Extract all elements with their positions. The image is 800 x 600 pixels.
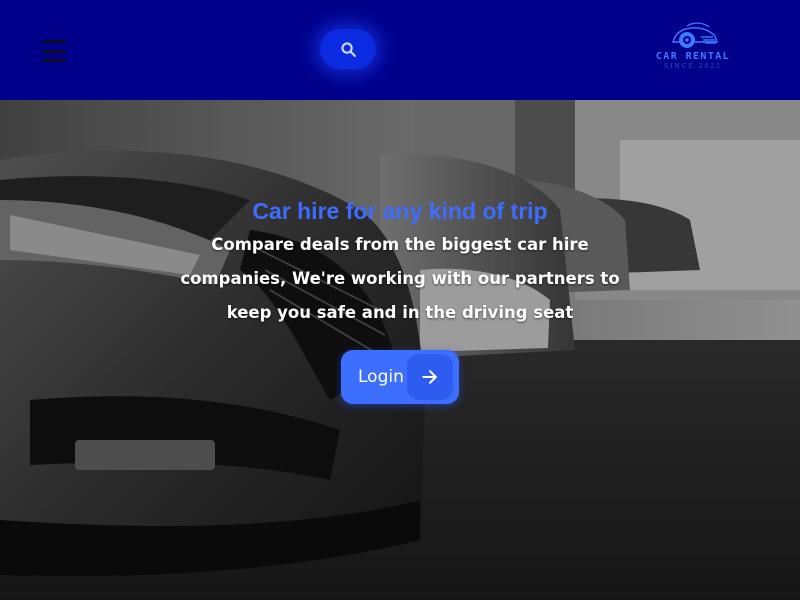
brand-logo[interactable]: CAR RENTAL SINCE 2022 (652, 20, 734, 82)
hero-title: Car hire for any kind of trip (252, 198, 548, 224)
top-navbar: CAR RENTAL SINCE 2022 (0, 0, 800, 100)
menu-bar (42, 49, 66, 53)
hero-description-line: Compare deals from the biggest car hire (211, 235, 589, 254)
search-button[interactable] (320, 29, 376, 69)
menu-bar (42, 40, 66, 43)
hero-text-block: Car hire for any kind of trip Compare de… (150, 196, 650, 330)
hero-section: Car hire for any kind of trip Compare de… (0, 100, 800, 600)
hero-description-line: companies, We're working with our partne… (180, 269, 620, 288)
login-arrow-container (407, 354, 453, 400)
arrow-right-icon (422, 370, 437, 384)
car-logo-icon (672, 22, 718, 48)
login-button[interactable]: Login (341, 350, 459, 404)
search-icon (340, 41, 356, 57)
hamburger-menu-button[interactable] (42, 40, 68, 62)
menu-bar (42, 59, 66, 62)
hero-description-line: keep you safe and in the driving seat (226, 303, 574, 322)
login-button-label: Login (358, 367, 404, 387)
logo-subtitle: SINCE 2022 (664, 63, 722, 70)
logo-title: CAR RENTAL (655, 51, 731, 62)
